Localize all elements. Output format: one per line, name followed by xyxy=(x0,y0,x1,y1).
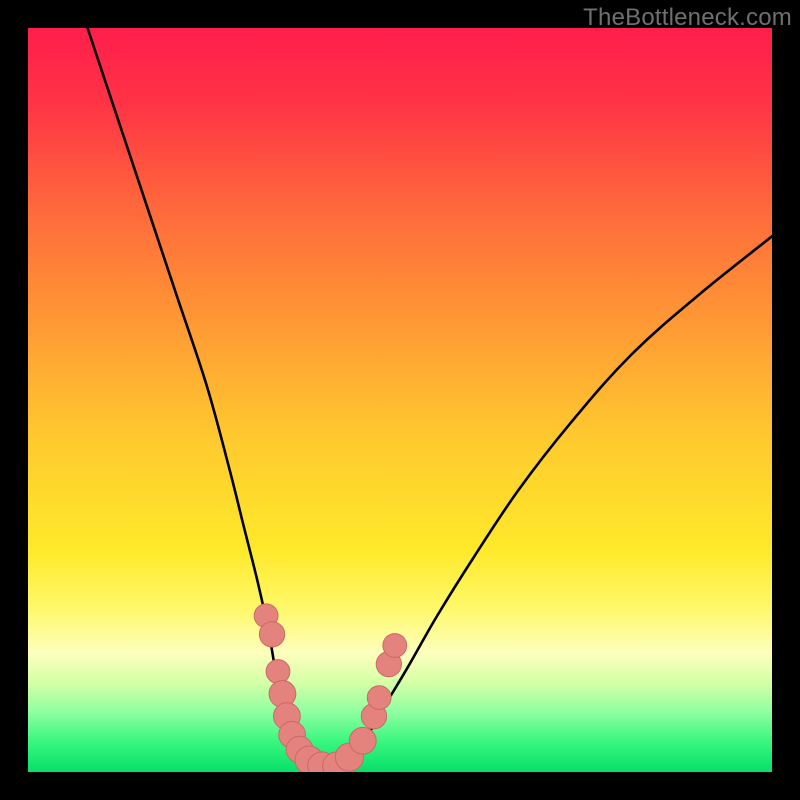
data-marker xyxy=(367,686,391,710)
frame-border: TheBottleneck.com xyxy=(0,0,800,800)
bottleneck-curve-chart xyxy=(28,28,772,772)
data-marker xyxy=(259,622,284,647)
data-marker xyxy=(266,660,290,684)
data-marker xyxy=(383,634,407,658)
plot-area xyxy=(28,28,772,772)
data-marker xyxy=(349,727,376,754)
watermark-text: TheBottleneck.com xyxy=(583,4,792,32)
